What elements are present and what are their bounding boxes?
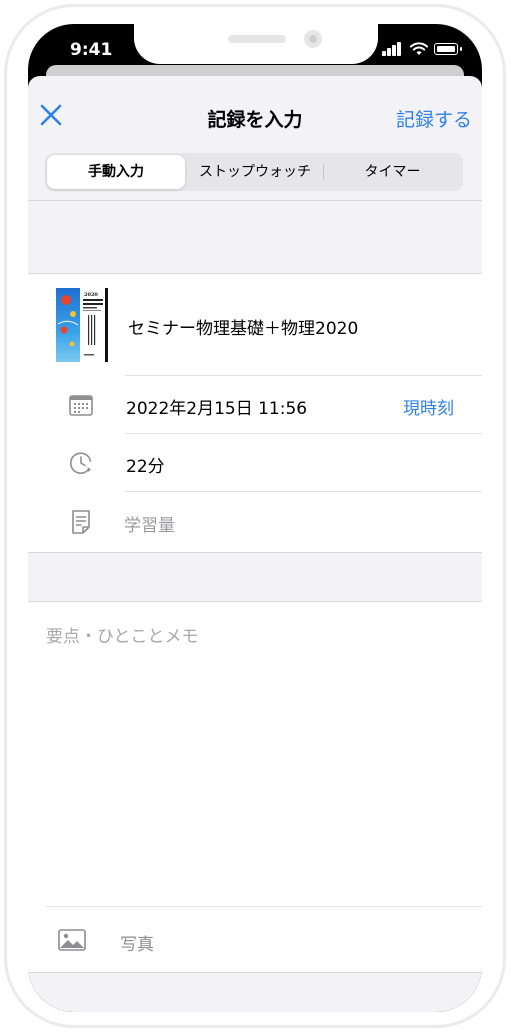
front-camera bbox=[304, 30, 322, 48]
cellular-signal-icon bbox=[382, 42, 402, 56]
wifi-icon bbox=[410, 42, 428, 55]
memo-area[interactable]: 要点・ひとことメモ 写真 bbox=[28, 602, 482, 972]
nav-bar: 記録を入力 記録する bbox=[28, 76, 482, 146]
study-amount-placeholder: 学習量 bbox=[124, 516, 175, 536]
status-time: 9:41 bbox=[70, 40, 113, 60]
now-button[interactable]: 現時刻 bbox=[403, 394, 454, 419]
photo-label[interactable]: 写真 bbox=[120, 930, 154, 955]
phone-screen: 9:41 記録を入力 記録する 手動入力 ストップウォッチ タイマー 2020 … bbox=[28, 24, 482, 1012]
divider bbox=[28, 200, 482, 201]
study-amount-row[interactable]: 学習量 bbox=[28, 492, 482, 552]
photo-icon[interactable] bbox=[58, 929, 86, 951]
notch bbox=[134, 24, 378, 64]
book-row[interactable]: 2020 セミナー物理基礎＋物理2020 bbox=[28, 274, 482, 376]
battery-icon bbox=[434, 43, 458, 55]
battery-tip bbox=[460, 47, 462, 51]
photo-divider bbox=[46, 906, 482, 907]
clock-icon bbox=[69, 452, 92, 474]
memo-placeholder: 要点・ひとことメモ bbox=[46, 627, 199, 647]
book-title: セミナー物理基礎＋物理2020 bbox=[128, 319, 359, 339]
date-row[interactable]: 2022年2月15日 11:56 現時刻 bbox=[28, 376, 482, 434]
record-details-list: 2020 セミナー物理基礎＋物理2020 2022年2月15日 11:56 現時… bbox=[28, 274, 482, 552]
tab-timer[interactable]: タイマー bbox=[324, 155, 461, 189]
calendar-icon bbox=[69, 395, 93, 416]
date-value: 2022年2月15日 11:56 bbox=[126, 399, 308, 419]
tab-manual-input[interactable]: 手動入力 bbox=[47, 155, 185, 189]
note-icon bbox=[72, 510, 90, 534]
speaker bbox=[228, 35, 286, 43]
duration-value: 22分 bbox=[126, 457, 165, 477]
book-cover-image: 2020 bbox=[56, 288, 108, 362]
cover-year: 2020 bbox=[84, 292, 98, 298]
input-mode-segmented-control: 手動入力 ストップウォッチ タイマー bbox=[45, 153, 463, 191]
divider bbox=[28, 972, 482, 973]
duration-row[interactable]: 22分 bbox=[28, 434, 482, 492]
record-button[interactable]: 記録する bbox=[396, 105, 472, 132]
divider bbox=[28, 552, 482, 553]
tab-stopwatch[interactable]: ストップウォッチ bbox=[187, 155, 323, 189]
system-icons bbox=[382, 42, 464, 58]
record-sheet: 記録を入力 記録する 手動入力 ストップウォッチ タイマー 2020 セミナー物… bbox=[28, 76, 482, 1012]
